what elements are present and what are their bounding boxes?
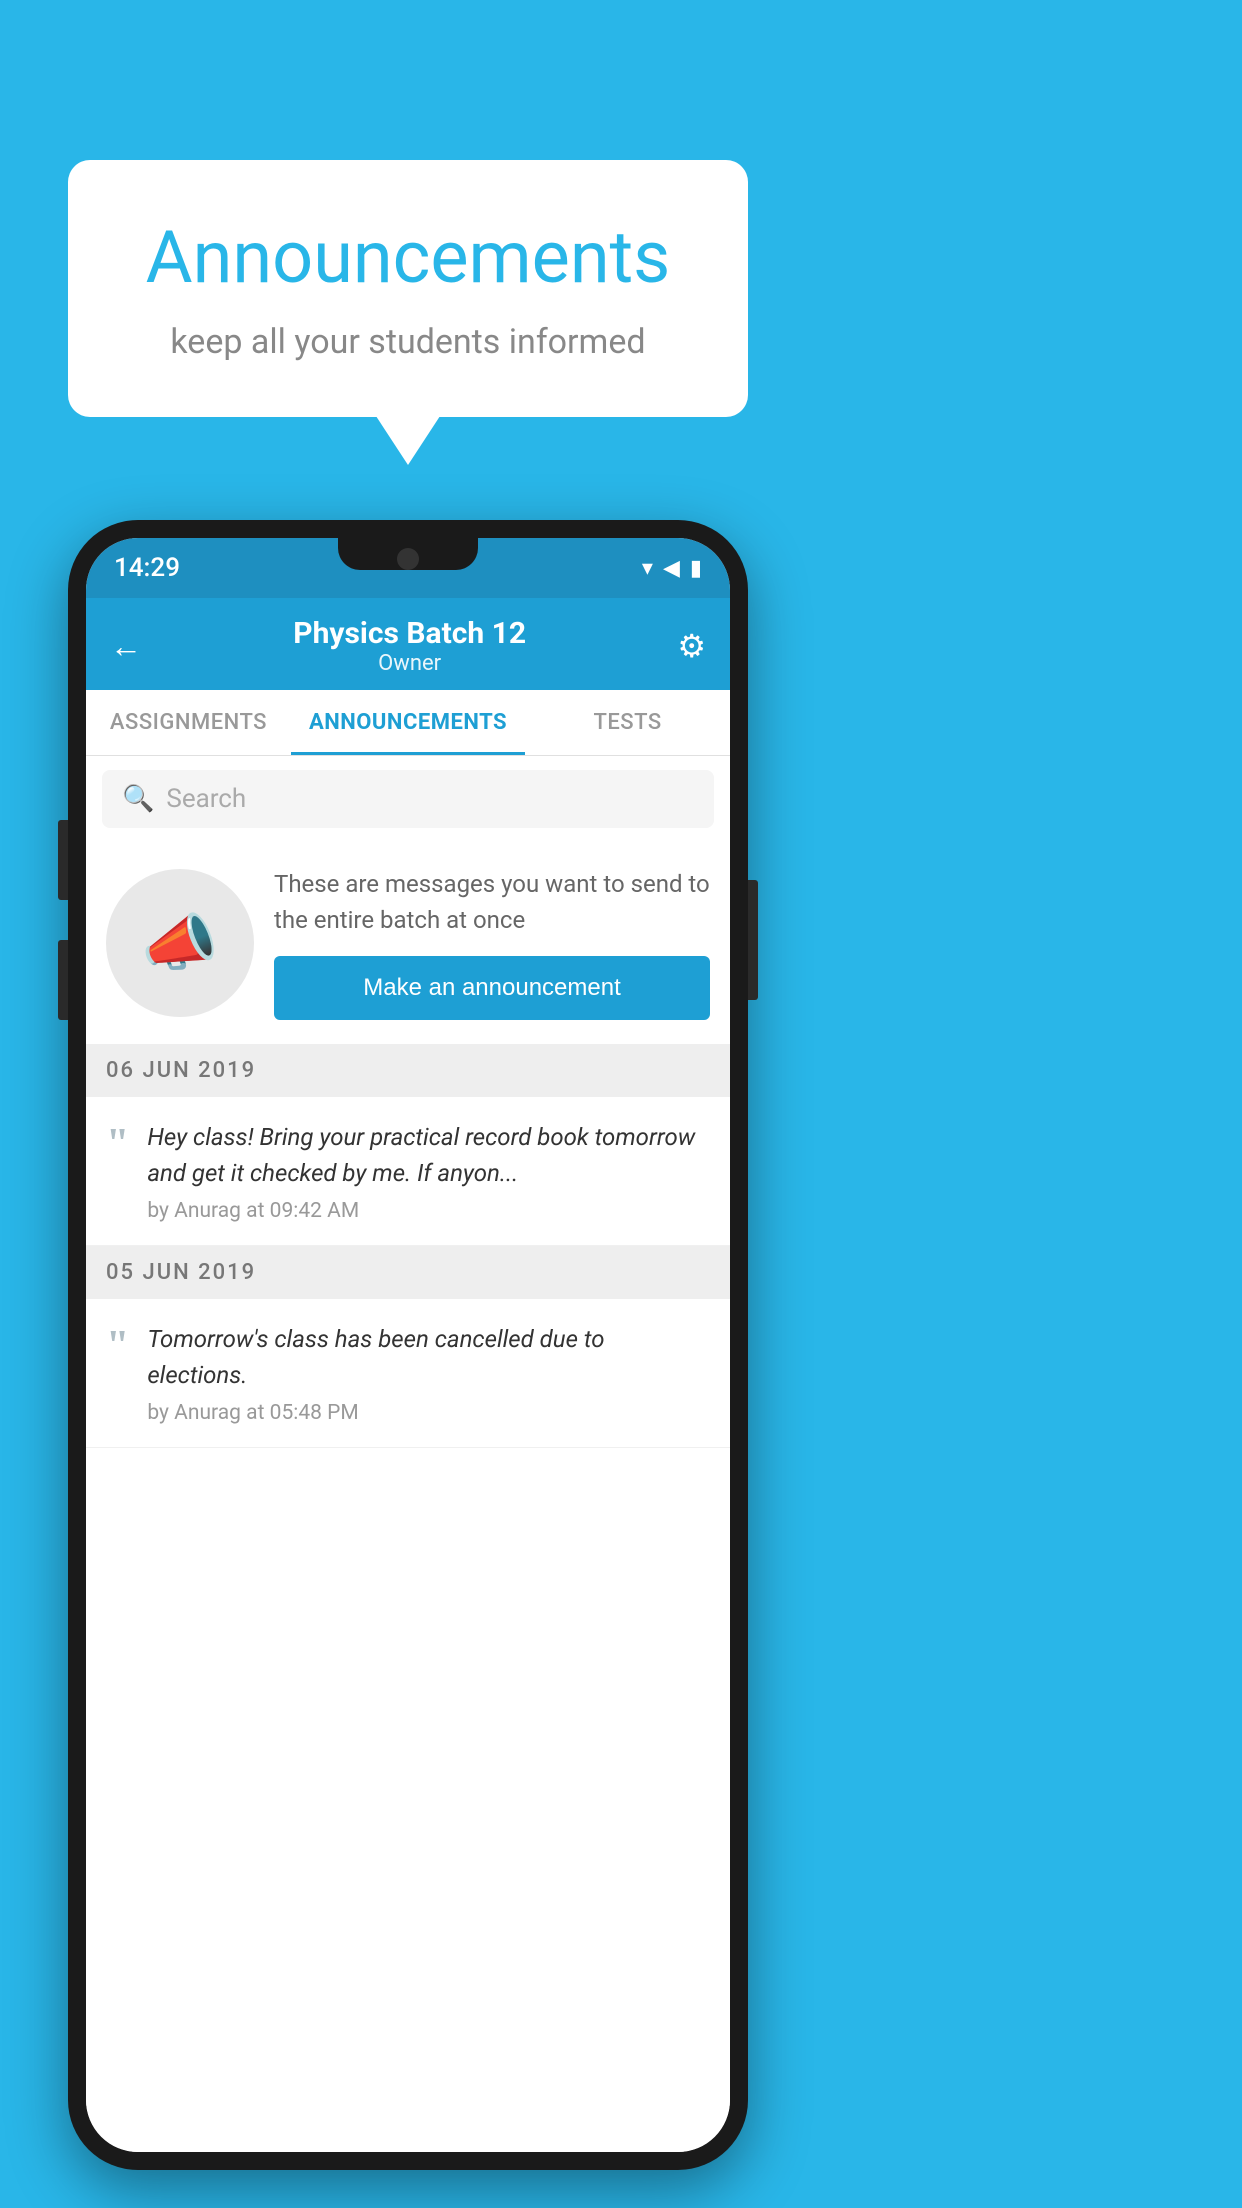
wifi-icon: ▾ xyxy=(642,556,653,581)
announcement-item-1[interactable]: " Hey class! Bring your practical record… xyxy=(86,1097,730,1246)
announcement-item-2[interactable]: " Tomorrow's class has been cancelled du… xyxy=(86,1299,730,1448)
phone-camera xyxy=(397,548,419,570)
megaphone-icon: 📣 xyxy=(141,907,218,980)
speech-bubble-container: Announcements keep all your students inf… xyxy=(68,160,748,417)
speech-bubble: Announcements keep all your students inf… xyxy=(68,160,748,417)
back-button[interactable]: ← xyxy=(110,627,142,665)
search-placeholder: Search xyxy=(166,784,246,814)
quote-icon: " xyxy=(106,1123,129,1165)
phone-side-button-right xyxy=(748,880,758,1000)
announcement-promo: 📣 These are messages you want to send to… xyxy=(86,842,730,1044)
announcement-meta-2: by Anurag at 05:48 PM xyxy=(147,1401,710,1425)
header-subtitle: Owner xyxy=(293,651,526,676)
header-title: Physics Batch 12 xyxy=(293,616,526,651)
promo-text: These are messages you want to send to t… xyxy=(274,866,710,938)
date-separator-1: 06 JUN 2019 xyxy=(86,1044,730,1097)
header-center: Physics Batch 12 Owner xyxy=(293,616,526,676)
tabs-bar: ASSIGNMENTS ANNOUNCEMENTS TESTS xyxy=(86,690,730,756)
tab-tests[interactable]: TESTS xyxy=(525,690,730,755)
promo-right: These are messages you want to send to t… xyxy=(274,866,710,1020)
phone-screen: 14:29 ▾ ◀ ▮ ← Physics Batch 12 Owner ⚙ A… xyxy=(86,538,730,2152)
announcement-content-2: Tomorrow's class has been cancelled due … xyxy=(147,1321,710,1425)
search-container: 🔍 Search xyxy=(86,756,730,842)
app-header: ← Physics Batch 12 Owner ⚙ xyxy=(86,598,730,690)
screen-content: 🔍 Search 📣 These are messages you want t… xyxy=(86,756,730,2152)
quote-icon-2: " xyxy=(106,1325,129,1367)
make-announcement-button[interactable]: Make an announcement xyxy=(274,956,710,1020)
announcement-text-1: Hey class! Bring your practical record b… xyxy=(147,1119,710,1191)
date-separator-2: 05 JUN 2019 xyxy=(86,1246,730,1299)
status-icons: ▾ ◀ ▮ xyxy=(642,556,702,581)
phone-side-button-left xyxy=(58,820,68,900)
battery-icon: ▮ xyxy=(690,556,702,581)
bubble-subtitle: keep all your students informed xyxy=(128,322,688,362)
announcement-content-1: Hey class! Bring your practical record b… xyxy=(147,1119,710,1223)
tab-announcements[interactable]: ANNOUNCEMENTS xyxy=(291,690,525,755)
phone-frame: 14:29 ▾ ◀ ▮ ← Physics Batch 12 Owner ⚙ A… xyxy=(68,520,748,2170)
bubble-title: Announcements xyxy=(128,215,688,300)
signal-icon: ◀ xyxy=(663,556,680,581)
promo-icon-circle: 📣 xyxy=(106,869,254,1017)
search-icon: 🔍 xyxy=(122,784,154,814)
search-bar[interactable]: 🔍 Search xyxy=(102,770,714,828)
gear-icon[interactable]: ⚙ xyxy=(677,627,706,665)
announcement-meta-1: by Anurag at 09:42 AM xyxy=(147,1199,710,1223)
status-time: 14:29 xyxy=(114,553,180,583)
tab-assignments[interactable]: ASSIGNMENTS xyxy=(86,690,291,755)
announcement-text-2: Tomorrow's class has been cancelled due … xyxy=(147,1321,710,1393)
phone-side-button-left2 xyxy=(58,940,68,1020)
